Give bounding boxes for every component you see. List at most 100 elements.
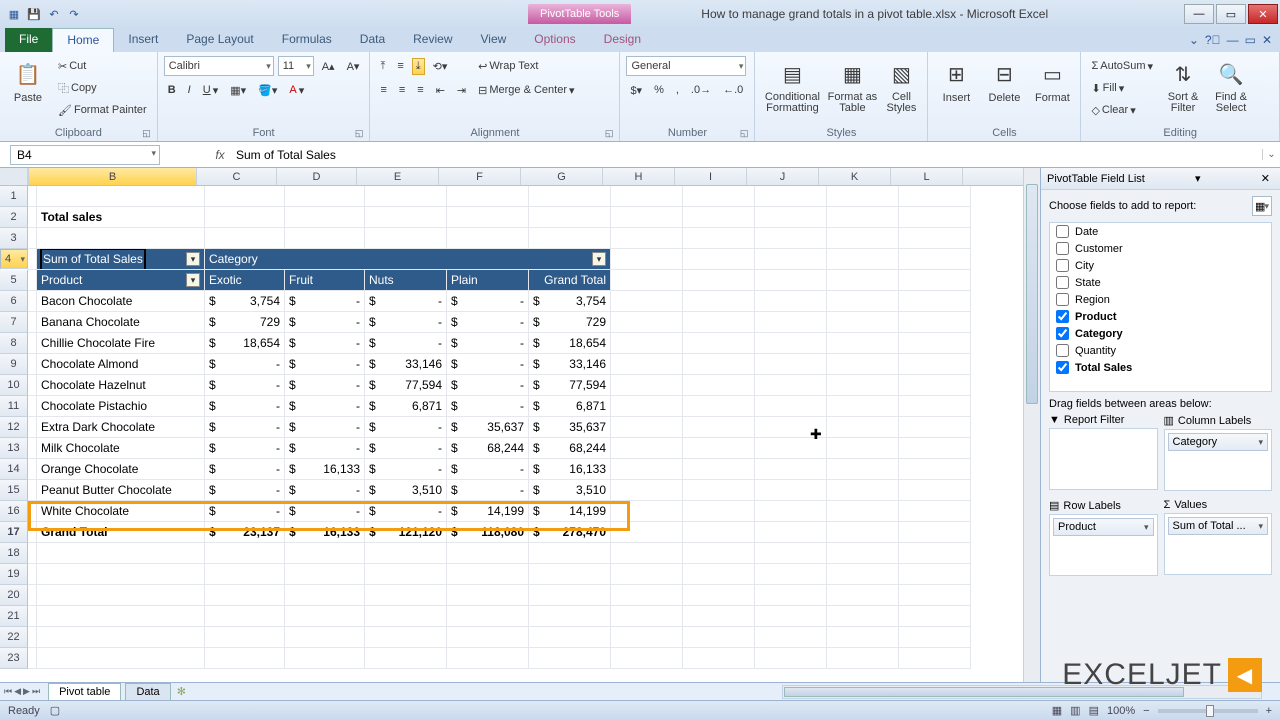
copy-button[interactable]: ⿻Copy xyxy=(54,78,151,98)
cell[interactable] xyxy=(683,270,755,291)
cell[interactable] xyxy=(827,375,899,396)
decrease-indent-icon[interactable]: ⇤ xyxy=(432,82,449,99)
format-as-table-button[interactable]: ▦Format as Table xyxy=(827,56,877,114)
cell[interactable]: $16,133 xyxy=(285,522,365,543)
row-header[interactable]: 10 xyxy=(0,375,28,396)
cell[interactable]: $- xyxy=(205,459,285,480)
new-sheet-icon[interactable]: ✻ xyxy=(177,685,186,698)
cell[interactable] xyxy=(529,648,611,669)
select-all-corner[interactable] xyxy=(0,168,28,185)
cell[interactable]: $77,594 xyxy=(529,375,611,396)
cell[interactable] xyxy=(365,543,447,564)
cell[interactable]: $68,244 xyxy=(447,438,529,459)
tab-insert[interactable]: Insert xyxy=(114,28,172,52)
grid-row[interactable]: 12Extra Dark Chocolate$-$-$-$35,637$35,6… xyxy=(0,417,1023,438)
cell[interactable] xyxy=(755,396,827,417)
cell[interactable] xyxy=(899,417,971,438)
field-checkbox[interactable]: Region xyxy=(1050,291,1271,308)
cell[interactable]: White Chocolate xyxy=(37,501,205,522)
grid-row[interactable]: 10Chocolate Hazelnut$-$-$77,594$-$77,594 xyxy=(0,375,1023,396)
cell[interactable]: $23,137 xyxy=(205,522,285,543)
cell[interactable] xyxy=(447,627,529,648)
minimize-button[interactable]: — xyxy=(1184,4,1214,24)
cell[interactable]: $- xyxy=(365,291,447,312)
row-header[interactable]: 16 xyxy=(0,501,28,522)
cell[interactable] xyxy=(827,627,899,648)
row-header[interactable]: 20 xyxy=(0,585,28,606)
field-checkbox[interactable]: Product xyxy=(1050,308,1271,325)
cell[interactable] xyxy=(899,606,971,627)
formula-input[interactable]: Sum of Total Sales xyxy=(230,146,1262,164)
zoom-slider[interactable] xyxy=(1158,709,1258,713)
font-color-button[interactable]: A▾ xyxy=(285,82,308,99)
cell[interactable] xyxy=(285,585,365,606)
cell[interactable] xyxy=(683,543,755,564)
cell[interactable] xyxy=(205,648,285,669)
cell[interactable]: Nuts xyxy=(365,270,447,291)
first-sheet-icon[interactable]: ⏮ xyxy=(4,686,12,697)
cell[interactable]: $- xyxy=(205,375,285,396)
cell[interactable] xyxy=(899,333,971,354)
col-header[interactable]: L xyxy=(891,168,963,185)
cell[interactable] xyxy=(37,186,205,207)
next-sheet-icon[interactable]: ▶ xyxy=(23,686,30,697)
cell[interactable] xyxy=(37,585,205,606)
cell[interactable]: $- xyxy=(447,291,529,312)
cell[interactable] xyxy=(529,627,611,648)
cell[interactable]: $- xyxy=(285,354,365,375)
cell[interactable] xyxy=(827,501,899,522)
cut-button[interactable]: ✂Cut xyxy=(54,56,151,76)
cell[interactable] xyxy=(285,606,365,627)
cell[interactable] xyxy=(529,543,611,564)
cell[interactable] xyxy=(683,396,755,417)
workbook-close-icon[interactable]: ✕ xyxy=(1262,33,1272,47)
cell[interactable]: Grand Total xyxy=(529,270,611,291)
cell[interactable]: $- xyxy=(285,501,365,522)
cell[interactable]: $3,754 xyxy=(205,291,285,312)
cell[interactable]: $- xyxy=(365,501,447,522)
window-min-icon[interactable]: — xyxy=(1227,33,1239,47)
redo-icon[interactable]: ↷ xyxy=(66,6,82,22)
cell[interactable]: $- xyxy=(447,312,529,333)
cell[interactable] xyxy=(683,627,755,648)
cell[interactable]: $- xyxy=(365,417,447,438)
cell[interactable]: $- xyxy=(205,501,285,522)
cell[interactable] xyxy=(447,186,529,207)
close-button[interactable]: ✕ xyxy=(1248,4,1278,24)
cell[interactable]: $18,654 xyxy=(529,333,611,354)
cell[interactable] xyxy=(611,627,683,648)
cell[interactable] xyxy=(827,396,899,417)
scroll-thumb[interactable] xyxy=(1026,184,1038,404)
cell[interactable] xyxy=(447,207,529,228)
cell[interactable]: $33,146 xyxy=(365,354,447,375)
tab-data[interactable]: Data xyxy=(346,28,399,52)
cell[interactable] xyxy=(755,501,827,522)
cell[interactable] xyxy=(365,648,447,669)
expand-formula-icon[interactable]: ⌄ xyxy=(1262,149,1280,160)
col-header[interactable]: C xyxy=(197,168,277,185)
cell[interactable] xyxy=(755,648,827,669)
row-header[interactable]: 18 xyxy=(0,543,28,564)
col-header[interactable]: J xyxy=(747,168,819,185)
grid-row[interactable]: 21 xyxy=(0,606,1023,627)
cell[interactable]: Milk Chocolate xyxy=(37,438,205,459)
sheet-tab[interactable]: Data xyxy=(125,683,170,700)
cell[interactable]: $14,199 xyxy=(447,501,529,522)
cell[interactable] xyxy=(683,417,755,438)
tab-formulas[interactable]: Formulas xyxy=(268,28,346,52)
cell[interactable] xyxy=(683,354,755,375)
cell[interactable]: Extra Dark Chocolate xyxy=(37,417,205,438)
cell[interactable] xyxy=(899,543,971,564)
cell[interactable]: Product▾ xyxy=(37,270,205,291)
cell[interactable] xyxy=(827,543,899,564)
cell[interactable]: $- xyxy=(447,396,529,417)
tab-design[interactable]: Design xyxy=(590,28,655,52)
cell[interactable] xyxy=(827,186,899,207)
cell[interactable] xyxy=(611,501,683,522)
tab-home[interactable]: Home xyxy=(52,28,114,52)
cell[interactable] xyxy=(683,291,755,312)
row-header[interactable]: 6 xyxy=(0,291,28,312)
sheet-tab[interactable]: Pivot table xyxy=(48,683,121,700)
undo-icon[interactable]: ↶ xyxy=(46,6,62,22)
fx-icon[interactable]: fx xyxy=(210,148,230,162)
